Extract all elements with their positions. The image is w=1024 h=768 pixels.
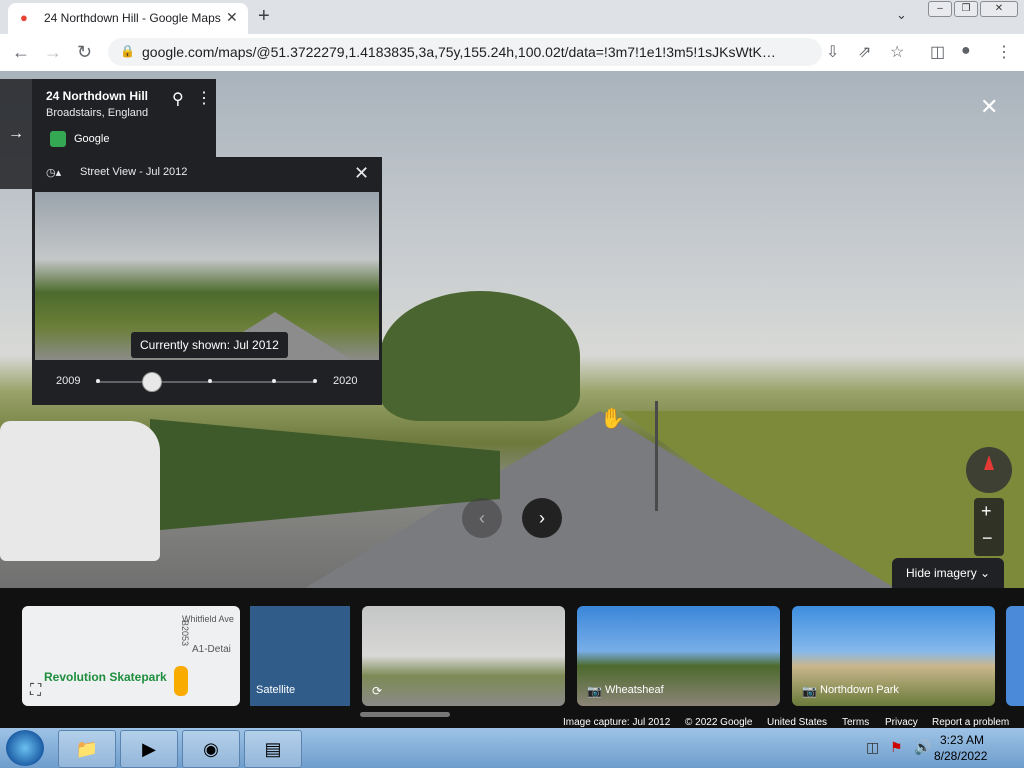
photo-thumbnail[interactable]: 📷 Northdown Park bbox=[792, 606, 995, 706]
volume-icon[interactable]: 🔊 bbox=[914, 739, 931, 756]
image-capture-date: Image capture: Jul 2012 bbox=[563, 717, 671, 728]
forward-icon[interactable]: → bbox=[44, 42, 62, 63]
historical-preview-image[interactable]: Currently shown: Jul 2012 bbox=[35, 192, 379, 360]
location-pin-icon[interactable]: ⚲ bbox=[172, 89, 184, 109]
windows-taskbar: 📁 ▶ ◉ ▤ ◫ ⚑ 🔊 3:23 AM 8/28/2022 bbox=[0, 728, 1024, 768]
time-travel-close-icon[interactable]: ✕ bbox=[354, 163, 369, 184]
thumbnail-label: Northdown Park bbox=[820, 684, 899, 696]
photo-thumbnail[interactable]: 📷 Wheatsheaf bbox=[577, 606, 780, 706]
fullscreen-icon[interactable]: ⛶ bbox=[30, 682, 41, 700]
satellite-thumbnail[interactable]: Satellite bbox=[250, 606, 350, 706]
time-travel-panel: ◷▴ Street View - Jul 2012 ✕ Currently sh… bbox=[32, 157, 382, 405]
report-problem-link[interactable]: Report a problem bbox=[932, 717, 1009, 728]
thumbnail-label: Wheatsheaf bbox=[605, 684, 664, 696]
minimize-button[interactable]: – bbox=[928, 1, 952, 17]
hide-imagery-button[interactable]: Hide imagery ⌄ bbox=[892, 558, 1004, 588]
more-options-icon[interactable]: ⋮ bbox=[196, 88, 212, 108]
history-clock-icon[interactable]: ◷▴ bbox=[46, 166, 61, 179]
browser-toolbar: ← → ↻ 🔒 google.com/maps/@51.3722279,1.41… bbox=[0, 34, 1024, 72]
photo-thumbnail[interactable] bbox=[1006, 606, 1024, 706]
timeline-stop[interactable] bbox=[96, 379, 100, 383]
hand-cursor-icon: ✋ bbox=[600, 408, 625, 430]
map-road-label: B2053 bbox=[180, 619, 191, 647]
expand-panel-arrow-icon[interactable]: → bbox=[0, 79, 32, 189]
chevron-down-icon: ⌄ bbox=[980, 566, 991, 580]
install-icon[interactable]: ⇩ bbox=[826, 42, 839, 62]
timeline-end-year: 2020 bbox=[333, 375, 358, 387]
lamp-post bbox=[655, 401, 658, 511]
pegman-icon[interactable] bbox=[174, 666, 188, 696]
camera-icon: 📷 bbox=[587, 684, 602, 698]
next-arrow-button[interactable]: › bbox=[522, 498, 562, 538]
new-tab-icon[interactable]: + bbox=[258, 5, 270, 28]
lock-icon: 🔒 bbox=[120, 44, 135, 58]
browser-tab-strip: ● 24 Northdown Hill - Google Maps ✕ + ⌄ … bbox=[0, 0, 1024, 34]
share-icon[interactable]: ⇗ bbox=[858, 42, 871, 62]
network-app-icon[interactable]: ▤ bbox=[244, 730, 302, 768]
hide-imagery-label: Hide imagery bbox=[906, 566, 977, 580]
tab-close-icon[interactable]: ✕ bbox=[226, 9, 238, 26]
place-info-card: 24 Northdown Hill Broadstairs, England ⚲… bbox=[32, 79, 216, 157]
privacy-link[interactable]: Privacy bbox=[885, 717, 918, 728]
filmstrip-scrollbar[interactable] bbox=[360, 712, 450, 717]
file-explorer-icon[interactable]: 📁 bbox=[58, 730, 116, 768]
timeline-start-year: 2009 bbox=[56, 375, 81, 387]
profile-avatar-icon[interactable]: ● bbox=[961, 42, 971, 60]
parked-van bbox=[0, 421, 160, 561]
timeline-stop[interactable] bbox=[208, 379, 212, 383]
imagery-filmstrip: Whitfield Ave A1-Detai B2053 Revolution … bbox=[0, 588, 1024, 728]
copyright: © 2022 Google bbox=[685, 717, 753, 728]
close-street-view-icon[interactable]: ✕ bbox=[980, 94, 998, 120]
source-label: Google bbox=[74, 133, 110, 145]
camera-icon: 📷 bbox=[802, 684, 817, 698]
bookmark-star-icon[interactable]: ☆ bbox=[890, 42, 904, 62]
zoom-out-button[interactable]: − bbox=[982, 528, 993, 549]
street-view-thumbnail[interactable]: ⟳ bbox=[362, 606, 565, 706]
map-thumbnail[interactable]: Whitfield Ave A1-Detai B2053 Revolution … bbox=[22, 606, 240, 706]
reload-icon[interactable]: ↻ bbox=[77, 42, 92, 63]
google-maps-logo-icon bbox=[50, 131, 66, 147]
timeline-slider-thumb[interactable] bbox=[142, 372, 162, 392]
place-name[interactable]: 24 Northdown Hill bbox=[46, 89, 148, 103]
region-link[interactable]: United States bbox=[767, 717, 827, 728]
tab-search-chevron-icon[interactable]: ⌄ bbox=[896, 7, 907, 23]
thumbnail-label: Satellite bbox=[256, 684, 296, 696]
timeline-stop[interactable] bbox=[313, 379, 317, 383]
map-place-label: Revolution Skatepark bbox=[44, 670, 167, 684]
map-road-label: A1-Detai bbox=[192, 644, 231, 655]
browser-tab[interactable]: ● 24 Northdown Hill - Google Maps ✕ bbox=[8, 3, 248, 34]
clock-time[interactable]: 3:23 AM bbox=[940, 733, 984, 747]
currently-shown-tooltip: Currently shown: Jul 2012 bbox=[131, 332, 288, 358]
zoom-in-button[interactable]: + bbox=[981, 501, 992, 522]
trees bbox=[380, 291, 580, 421]
maps-favicon-icon: ● bbox=[20, 10, 28, 25]
place-subtitle: Broadstairs, England bbox=[46, 107, 149, 119]
previous-arrow-button[interactable]: ‹ bbox=[462, 498, 502, 538]
tab-title: 24 Northdown Hill - Google Maps bbox=[44, 11, 221, 25]
compass-needle bbox=[984, 455, 994, 470]
back-icon[interactable]: ← bbox=[12, 42, 30, 63]
timeline-slider-track[interactable] bbox=[96, 381, 316, 383]
url-text[interactable]: google.com/maps/@51.3722279,1.4183835,3a… bbox=[142, 44, 782, 60]
restore-button[interactable]: ❐ bbox=[954, 1, 978, 17]
360-rotate-icon: ⟳ bbox=[372, 684, 383, 698]
side-panel-icon[interactable]: ◫ bbox=[930, 42, 945, 62]
address-bar[interactable]: 🔒 google.com/maps/@51.3722279,1.4183835,… bbox=[108, 38, 822, 66]
chrome-icon[interactable]: ◉ bbox=[182, 730, 240, 768]
time-travel-title: Street View - Jul 2012 bbox=[80, 166, 188, 178]
media-player-icon[interactable]: ▶ bbox=[120, 730, 178, 768]
zoom-control: + − bbox=[974, 498, 1004, 556]
action-center-icon[interactable]: ⚑ bbox=[890, 739, 903, 756]
close-window-button[interactable]: ✕ bbox=[980, 1, 1018, 17]
compass-icon[interactable] bbox=[966, 447, 1012, 493]
start-button-icon[interactable] bbox=[6, 730, 44, 766]
timeline-stop[interactable] bbox=[272, 379, 276, 383]
clock-date[interactable]: 8/28/2022 bbox=[934, 749, 987, 763]
network-tray-icon[interactable]: ◫ bbox=[866, 739, 879, 756]
terms-link[interactable]: Terms bbox=[842, 717, 869, 728]
menu-kebab-icon[interactable]: ⋮ bbox=[996, 42, 1012, 62]
